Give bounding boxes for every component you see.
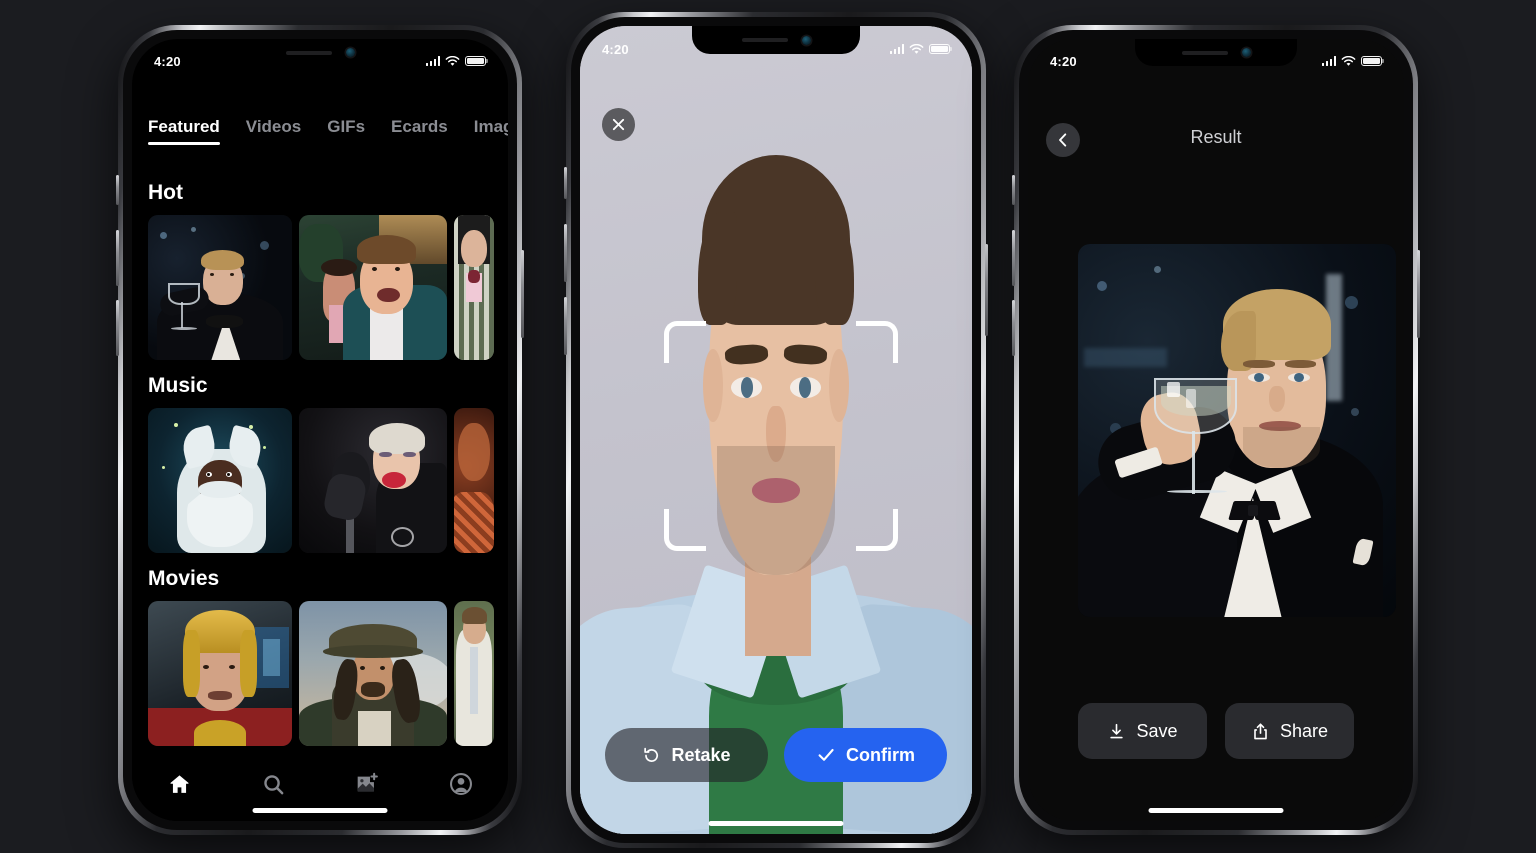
tab-featured[interactable]: Featured	[148, 117, 220, 145]
cellular-icon	[1321, 56, 1336, 66]
close-icon	[612, 118, 625, 131]
mute-switch[interactable]	[1012, 175, 1015, 205]
profile-icon	[450, 773, 472, 795]
volume-down-button[interactable]	[116, 300, 119, 356]
nav-create[interactable]	[344, 769, 390, 799]
cellular-icon	[425, 56, 440, 66]
home-indicator[interactable]	[708, 821, 844, 826]
share-icon	[1254, 722, 1267, 739]
volume-down-button[interactable]	[564, 297, 567, 355]
status-bar: 4:20	[132, 39, 508, 83]
section-title-movies: Movies	[148, 567, 220, 590]
section-row-music[interactable]	[132, 408, 508, 553]
cellular-icon	[889, 44, 904, 54]
phone-capture: 4:20 Retake Confirm	[564, 12, 988, 848]
rotate-left-icon	[644, 747, 659, 762]
nav-search[interactable]	[250, 769, 296, 799]
power-button[interactable]	[521, 250, 524, 338]
section-title-hot: Hot	[148, 181, 183, 204]
face-detection-frame	[664, 321, 898, 551]
confirm-button[interactable]: Confirm	[784, 728, 947, 782]
status-time: 4:20	[154, 53, 181, 69]
card-hot-2[interactable]	[299, 215, 447, 360]
result-image[interactable]	[1078, 244, 1396, 617]
retake-button[interactable]: Retake	[605, 728, 768, 782]
phone-result: 4:20 Result Save Share	[1012, 25, 1420, 835]
card-music-1[interactable]	[148, 408, 292, 553]
power-button[interactable]	[985, 244, 988, 336]
frame-corner-top-right	[856, 321, 898, 363]
page-title: Result	[1190, 127, 1242, 147]
share-button[interactable]: Share	[1225, 703, 1354, 759]
home-indicator[interactable]	[252, 808, 388, 813]
status-time: 4:20	[602, 41, 629, 57]
category-tabs[interactable]: Featured Videos GIFs Ecards Images	[132, 117, 508, 145]
download-icon	[1110, 723, 1124, 738]
volume-up-button[interactable]	[564, 224, 567, 282]
wifi-icon	[1341, 55, 1356, 66]
phone-featured: 4:20 Featured Videos GIFs Ecards Ima Hot…	[116, 25, 524, 835]
wifi-icon	[445, 55, 460, 66]
phone3-screen: 4:20 Result Save Share	[1028, 39, 1404, 821]
close-button[interactable]	[602, 108, 635, 141]
power-button[interactable]	[1417, 250, 1420, 338]
nav-profile[interactable]	[438, 769, 484, 799]
mute-switch[interactable]	[116, 175, 119, 205]
section-row-hot[interactable]	[132, 215, 508, 360]
status-bar: 4:20	[1028, 39, 1404, 83]
content-feed[interactable]: Hot Music Movies	[132, 167, 508, 759]
phone1-screen: 4:20 Featured Videos GIFs Ecards Ima Hot…	[132, 39, 508, 821]
save-button[interactable]: Save	[1078, 703, 1207, 759]
result-navbar: Result	[1028, 123, 1404, 165]
save-label: Save	[1136, 720, 1178, 741]
card-movies-2[interactable]	[299, 601, 447, 746]
check-icon	[818, 748, 834, 761]
result-actions[interactable]: Save Share	[1028, 703, 1404, 759]
frame-corner-top-left	[664, 321, 706, 363]
card-hot-1[interactable]	[148, 215, 292, 360]
battery-icon	[465, 55, 486, 67]
share-label: Share	[1279, 720, 1329, 741]
volume-down-button[interactable]	[1012, 300, 1015, 356]
frame-corner-bottom-left	[664, 509, 706, 551]
mute-switch[interactable]	[564, 167, 567, 199]
add-photo-icon	[357, 772, 378, 792]
volume-up-button[interactable]	[1012, 230, 1015, 286]
home-indicator[interactable]	[1148, 808, 1284, 813]
card-hot-3[interactable]	[454, 215, 494, 360]
home-icon	[170, 774, 188, 793]
tab-ecards[interactable]: Ecards	[391, 117, 448, 145]
card-music-3[interactable]	[454, 408, 494, 553]
status-time: 4:20	[1050, 53, 1077, 69]
battery-icon	[1361, 55, 1382, 67]
status-bar: 4:20	[580, 26, 972, 72]
card-music-2[interactable]	[299, 408, 447, 553]
phone2-screen: 4:20 Retake Confirm	[580, 26, 972, 834]
tab-videos[interactable]: Videos	[246, 117, 301, 145]
battery-icon	[929, 43, 950, 55]
confirm-label: Confirm	[846, 744, 915, 765]
section-title-music: Music	[148, 374, 208, 397]
card-movies-3[interactable]	[454, 601, 494, 746]
volume-up-button[interactable]	[116, 230, 119, 286]
capture-actions[interactable]: Retake Confirm	[580, 728, 972, 782]
section-row-movies[interactable]	[132, 601, 508, 746]
card-movies-1[interactable]	[148, 601, 292, 746]
tab-images[interactable]: Images	[474, 117, 508, 145]
frame-corner-bottom-right	[856, 509, 898, 551]
tab-gifs[interactable]: GIFs	[327, 117, 365, 145]
three-phone-mockup-scene: 4:20 Featured Videos GIFs Ecards Ima Hot…	[0, 0, 1536, 853]
nav-home[interactable]	[156, 769, 202, 799]
search-icon	[263, 774, 283, 794]
wifi-icon	[909, 43, 924, 54]
retake-label: Retake	[671, 744, 731, 765]
